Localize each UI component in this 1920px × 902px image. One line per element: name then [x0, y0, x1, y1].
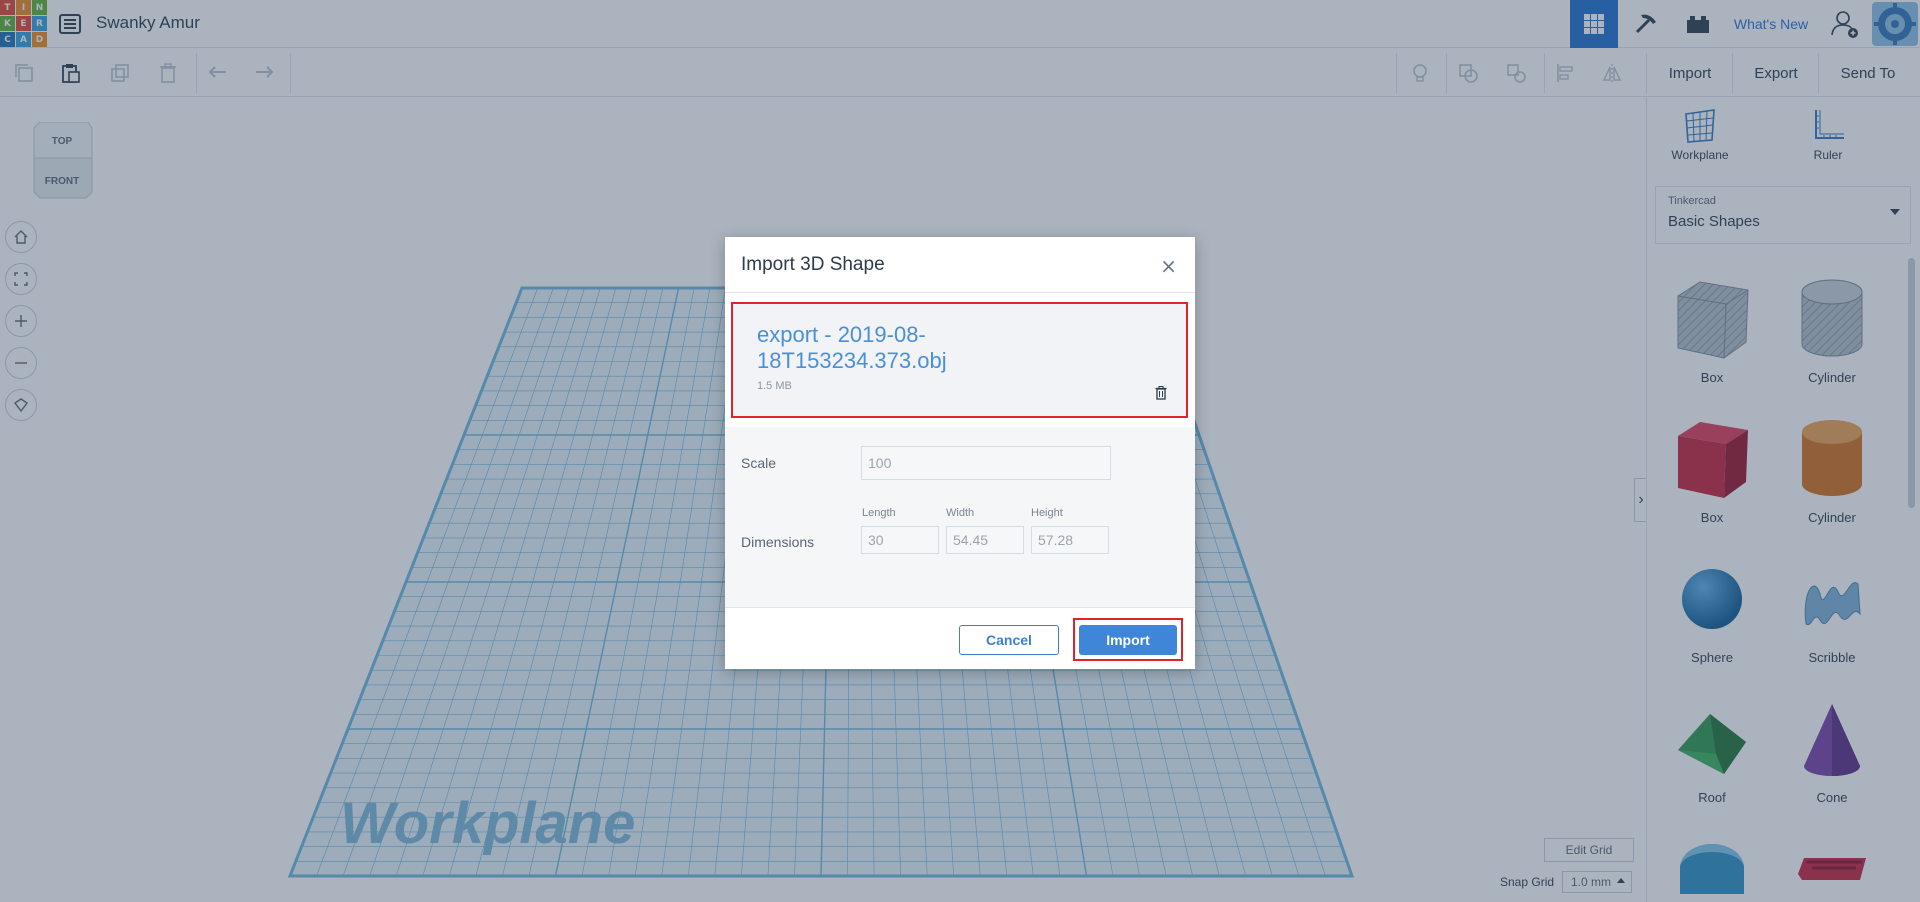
- selected-file-card: export - 2019-08-18T153234.373.obj 1.5 M…: [731, 302, 1188, 418]
- scale-input[interactable]: [861, 446, 1111, 480]
- height-label: Height: [1031, 507, 1063, 519]
- length-input[interactable]: [861, 526, 939, 554]
- height-input[interactable]: [1031, 526, 1109, 554]
- file-name: export - 2019-08-18T153234.373.obj: [757, 322, 947, 373]
- import-settings: Scale Length Width Height Dimensions: [725, 427, 1195, 607]
- dialog-divider: [725, 292, 1195, 293]
- file-size: 1.5 MB: [757, 380, 792, 392]
- width-label: Width: [946, 507, 975, 519]
- close-icon[interactable]: ×: [1160, 254, 1177, 278]
- import-button[interactable]: Import: [1079, 625, 1177, 655]
- width-input[interactable]: [946, 526, 1024, 554]
- dialog-title: Import 3D Shape: [741, 254, 885, 275]
- import-dialog: Import 3D Shape × export - 2019-08-18T15…: [725, 237, 1195, 669]
- dialog-footer: Cancel Import: [725, 607, 1195, 669]
- dimensions-label: Dimensions: [741, 534, 815, 550]
- trash-icon: [1155, 386, 1167, 400]
- cancel-button[interactable]: Cancel: [959, 625, 1059, 655]
- scale-label: Scale: [741, 455, 777, 471]
- import-button-highlight: Import: [1073, 618, 1183, 661]
- remove-file-button[interactable]: [1152, 384, 1170, 402]
- length-label: Length: [862, 507, 896, 519]
